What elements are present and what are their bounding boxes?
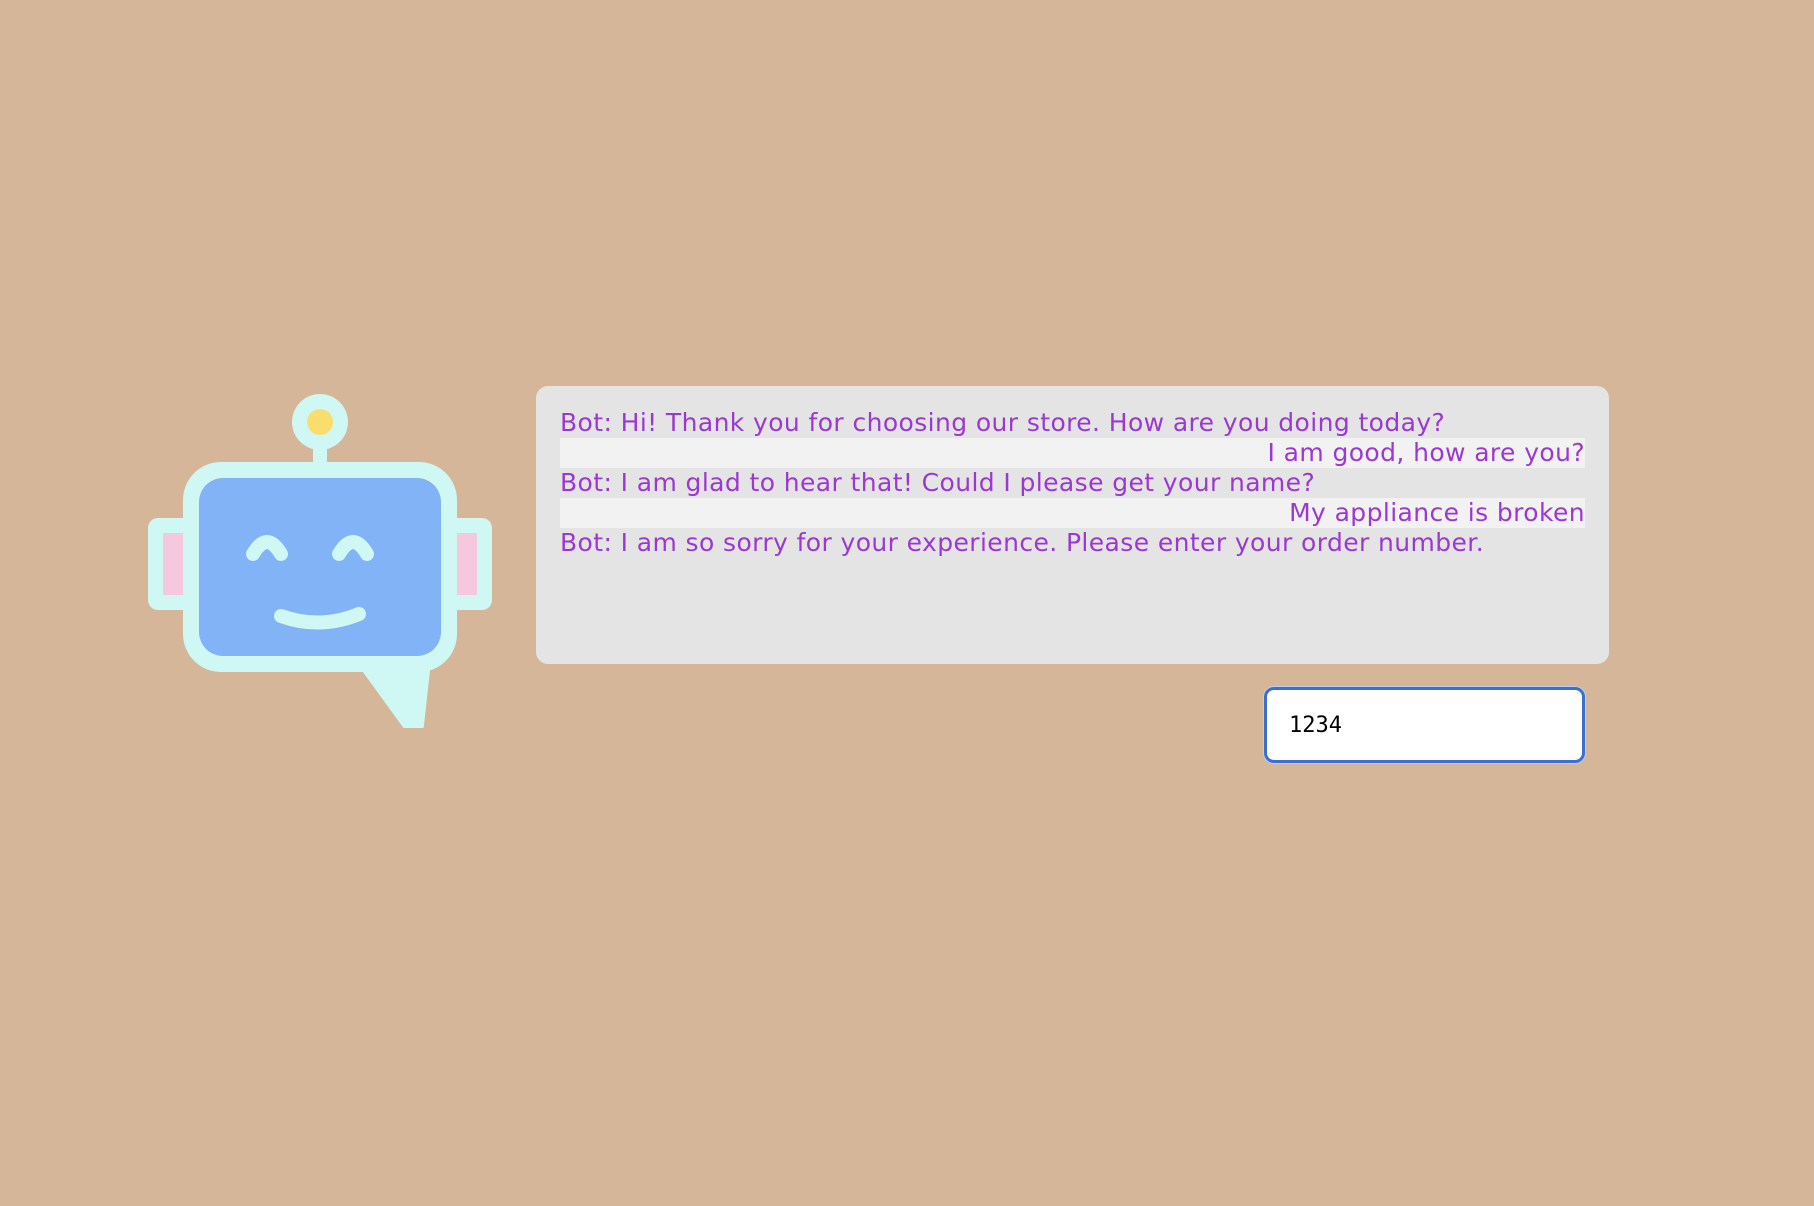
user-message: My appliance is broken — [560, 498, 1585, 528]
bot-message: Bot: I am so sorry for your experience. … — [560, 528, 1485, 557]
user-message: I am good, how are you? — [560, 438, 1585, 468]
chat-log: Bot: Hi! Thank you for choosing our stor… — [536, 386, 1609, 664]
chat-input[interactable] — [1267, 690, 1582, 760]
robot-chat-icon — [145, 392, 495, 728]
bot-message: Bot: Hi! Thank you for choosing our stor… — [560, 408, 1446, 437]
bot-message: Bot: I am glad to hear that! Could I ple… — [560, 468, 1316, 497]
chat-input-container — [1264, 687, 1585, 763]
